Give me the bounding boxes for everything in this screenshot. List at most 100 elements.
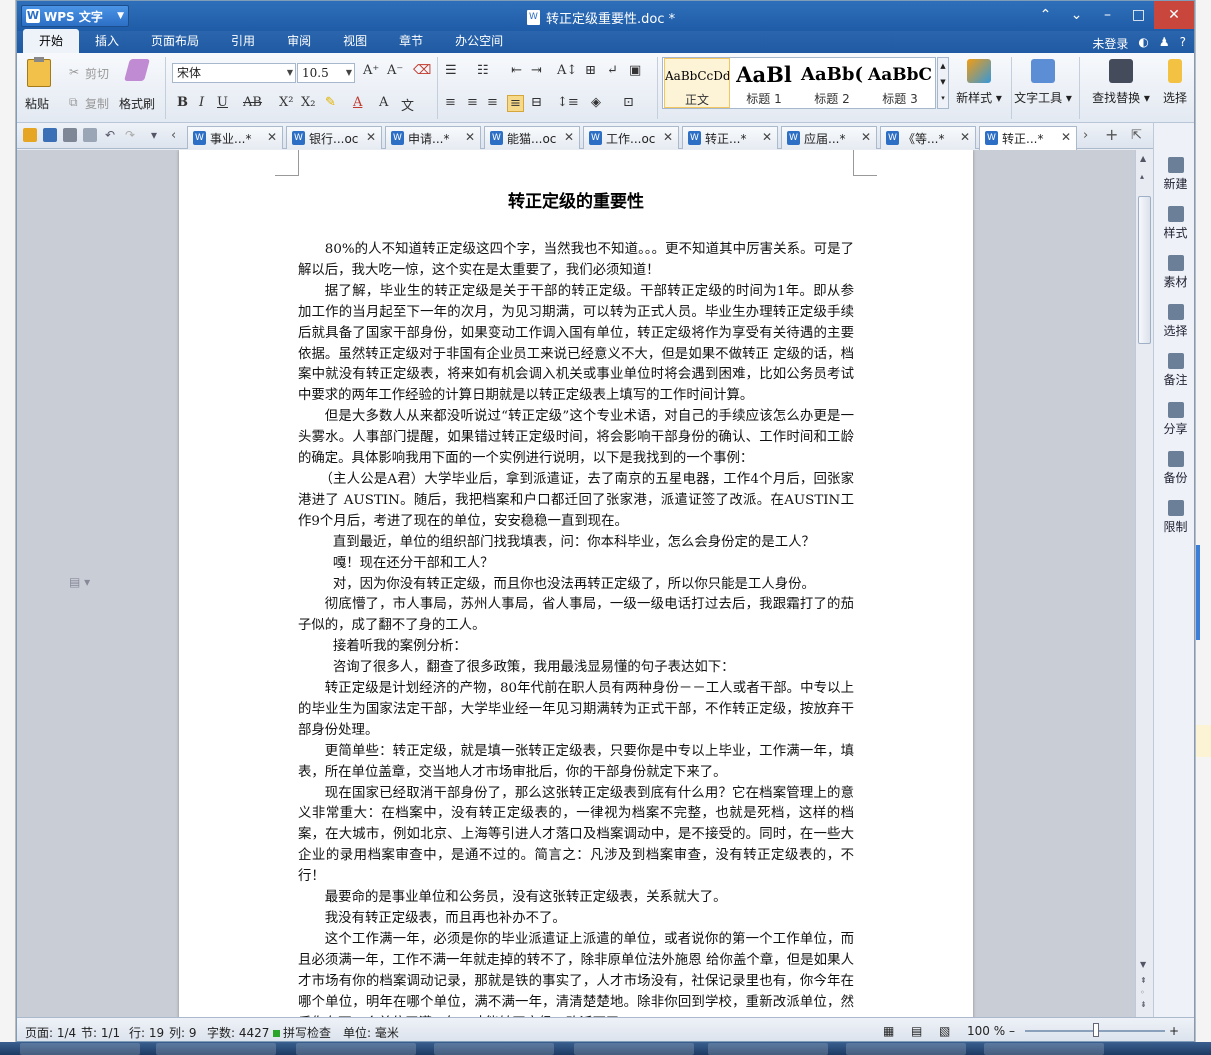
side-panel-note[interactable]: 备注	[1154, 353, 1194, 388]
align-right-icon[interactable]: ≡	[487, 95, 498, 110]
maximize-button[interactable]: □	[1123, 1, 1154, 29]
tab-references[interactable]: 引用	[215, 32, 271, 53]
border-icon[interactable]: ⊡	[623, 95, 634, 110]
line-spacing-icon[interactable]: ↕≡	[557, 95, 579, 110]
taskbar-item[interactable]	[296, 1043, 416, 1055]
phonetic-icon[interactable]: 文	[401, 95, 414, 114]
frame-icon[interactable]: ▣	[629, 63, 641, 78]
font-name-select[interactable]: 宋体 ▼	[172, 63, 296, 83]
char-shading-icon[interactable]: A	[379, 95, 388, 110]
document-page[interactable]: 转正定级的重要性 80%的人不知道转正定级这四个字，当然我也不知道。。。更不知道…	[179, 150, 973, 1017]
open-icon[interactable]	[23, 128, 37, 142]
close-tab-icon[interactable]: ✕	[960, 130, 970, 144]
new-style-button[interactable]: 新样式 ▾	[951, 59, 1007, 106]
close-tab-icon[interactable]: ✕	[663, 130, 673, 144]
distribute-icon[interactable]: ⊟	[531, 95, 542, 110]
restore-ribbon-button[interactable]: ⌄	[1061, 1, 1092, 29]
view-web-icon[interactable]: ▧	[939, 1024, 950, 1038]
document-tab[interactable]: W 银行...oc ✕	[286, 126, 382, 149]
document-workarea[interactable]: 转正定级的重要性 80%的人不知道转正定级这四个字，当然我也不知道。。。更不知道…	[17, 150, 1135, 1017]
document-tab[interactable]: W 申请...* ✕	[385, 126, 481, 149]
help-icon[interactable]: ?	[1180, 35, 1186, 52]
close-tab-icon[interactable]: ✕	[861, 130, 871, 144]
cut-button[interactable]: 剪切	[85, 65, 109, 82]
italic-icon[interactable]: I	[199, 95, 204, 110]
taskbar-item[interactable]	[984, 1043, 1104, 1055]
close-tab-icon[interactable]: ✕	[1061, 130, 1071, 144]
ruler-toggle-icon[interactable]: ▴	[1140, 172, 1144, 181]
close-tab-icon[interactable]: ✕	[465, 130, 475, 144]
tab-insert[interactable]: 插入	[79, 32, 135, 53]
shrink-font-icon[interactable]: A⁻	[387, 63, 403, 78]
close-tab-icon[interactable]: ✕	[267, 130, 277, 144]
highlight-icon[interactable]: ✎	[325, 95, 336, 110]
login-link[interactable]: 未登录	[1092, 35, 1128, 52]
status-unit[interactable]: 单位: 毫米	[343, 1024, 399, 1041]
tab-review[interactable]: 审阅	[271, 32, 327, 53]
shirt-icon[interactable]: ♟	[1159, 35, 1170, 52]
close-tab-icon[interactable]: ✕	[762, 130, 772, 144]
subscript-icon[interactable]: X₂	[301, 95, 315, 110]
scroll-down-icon[interactable]: ▼	[1140, 960, 1146, 969]
text-tools-button[interactable]: 文字工具 ▾	[1013, 59, 1073, 106]
bullet-list-icon[interactable]: ☰	[445, 63, 457, 78]
style-heading-2[interactable]: AaBb( 标题 2	[799, 58, 865, 108]
scroll-up-icon[interactable]: ▲	[1140, 154, 1146, 163]
style-heading-3[interactable]: AaBbC 标题 3	[867, 58, 933, 108]
wps-app-button[interactable]: W WPS 文字 ▼	[21, 5, 129, 27]
spell-check[interactable]: 拼写检查	[273, 1024, 331, 1041]
document-body[interactable]: 80%的人不知道转正定级这四个字，当然我也不知道。。。更不知道其中厉害关系。可是…	[298, 240, 854, 1017]
document-tab[interactable]: W 转正...* ✕	[979, 126, 1077, 150]
numbered-list-icon[interactable]: ☷	[477, 63, 489, 78]
browse-object-icon[interactable]: ◦	[1140, 988, 1145, 997]
text-direction-icon[interactable]: A↕	[557, 63, 577, 78]
scroll-thumb[interactable]	[1138, 196, 1151, 344]
save-icon[interactable]	[43, 128, 57, 142]
clear-format-icon[interactable]: ⌫	[413, 63, 431, 78]
skin-icon[interactable]: ◐	[1138, 35, 1148, 52]
status-words[interactable]: 字数: 4427	[207, 1024, 269, 1041]
side-panel-backup[interactable]: 备份	[1154, 451, 1194, 486]
format-painter-button[interactable]: 格式刷	[119, 95, 155, 112]
side-panel-share[interactable]: 分享	[1154, 402, 1194, 437]
tab-chapter[interactable]: 章节	[383, 32, 439, 53]
taskbar-item[interactable]	[846, 1043, 966, 1055]
taskbar-item[interactable]	[156, 1043, 276, 1055]
paste-button[interactable]: 粘贴	[25, 95, 49, 112]
side-panel-material[interactable]: 素材	[1154, 255, 1194, 290]
document-tab[interactable]: W 能猫...oc ✕	[484, 126, 580, 149]
table-icon[interactable]: ⊞	[585, 63, 596, 78]
grow-font-icon[interactable]: A⁺	[363, 63, 379, 78]
paste-icon[interactable]	[27, 57, 51, 87]
next-page-icon[interactable]: ⇟	[1140, 1000, 1147, 1009]
tabs-prev-icon[interactable]: ‹	[171, 128, 176, 143]
bold-icon[interactable]: B	[177, 95, 188, 110]
vertical-scrollbar[interactable]: ▲ ▴ ▼ ⇞ ◦ ⇟	[1135, 150, 1153, 1017]
side-panel-select[interactable]: 选择	[1154, 304, 1194, 339]
zoom-level[interactable]: 100 %	[967, 1024, 1005, 1038]
tab-home[interactable]: 开始	[23, 29, 80, 53]
undo-icon[interactable]: ↶	[105, 128, 115, 142]
style-heading-1[interactable]: AaBl 标题 1	[731, 58, 797, 108]
customize-quick-access-icon[interactable]: ▾	[151, 128, 157, 142]
underline-icon[interactable]: U	[217, 95, 228, 110]
taskbar-item[interactable]	[434, 1043, 554, 1055]
font-color-icon[interactable]: A	[353, 95, 362, 110]
redo-icon[interactable]: ↷	[125, 128, 135, 142]
document-tab[interactable]: W 转正...* ✕	[682, 126, 778, 149]
collapse-ribbon-button[interactable]: ⌃	[1030, 1, 1061, 29]
new-tab-icon[interactable]: +	[1105, 125, 1118, 144]
paragraph-options-icon[interactable]: ▤ ▾	[69, 575, 90, 589]
view-outline-icon[interactable]: ▤	[911, 1024, 922, 1038]
superscript-icon[interactable]: X²	[279, 95, 293, 110]
taskbar-item[interactable]	[574, 1043, 694, 1055]
zoom-slider-thumb[interactable]	[1093, 1023, 1099, 1037]
taskbar-item[interactable]	[708, 1043, 828, 1055]
strikethrough-icon[interactable]: AB	[243, 95, 262, 110]
increase-indent-icon[interactable]: ⇥	[531, 63, 542, 78]
font-size-select[interactable]: 10.5 ▼	[297, 63, 355, 83]
print-preview-icon[interactable]	[83, 128, 97, 142]
side-panel-restrict[interactable]: 限制	[1154, 500, 1194, 535]
shading-icon[interactable]: ◈	[591, 95, 601, 110]
find-replace-button[interactable]: 查找替换 ▾	[1089, 59, 1153, 106]
